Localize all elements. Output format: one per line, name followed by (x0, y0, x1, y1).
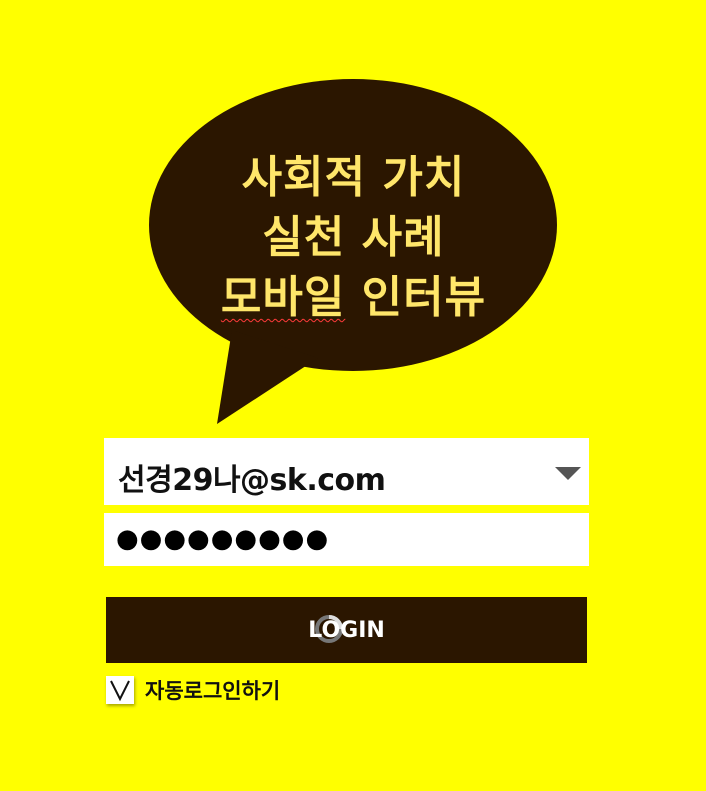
login-button[interactable]: LOGIN (106, 597, 587, 663)
password-field[interactable]: ●●●●●●●●● (104, 513, 589, 566)
auto-login-option[interactable]: 자동로그인하기 (106, 675, 280, 705)
spellcheck-marked-word: 모바일 (220, 272, 346, 323)
checkmark-icon (110, 680, 130, 702)
headline: 사회적 가치 실천 사례 모바일 인터뷰 (150, 148, 557, 328)
headline-line-1: 사회적 가치 (241, 152, 466, 203)
email-field[interactable]: 선경29나@sk.com (104, 438, 589, 508)
email-value: 선경29나@sk.com (118, 463, 386, 498)
chevron-down-icon[interactable] (555, 467, 581, 480)
speech-bubble (149, 79, 557, 424)
password-value: ●●●●●●●●● (116, 524, 330, 554)
auto-login-checkbox[interactable] (106, 676, 134, 704)
headline-line-3-rest: 인터뷰 (361, 272, 487, 323)
headline-line-2: 실천 사례 (262, 212, 445, 263)
login-button-label: LOGIN (308, 617, 385, 643)
headline-line-3: 모바일 인터뷰 (150, 268, 557, 328)
auto-login-label: 자동로그인하기 (145, 679, 281, 703)
